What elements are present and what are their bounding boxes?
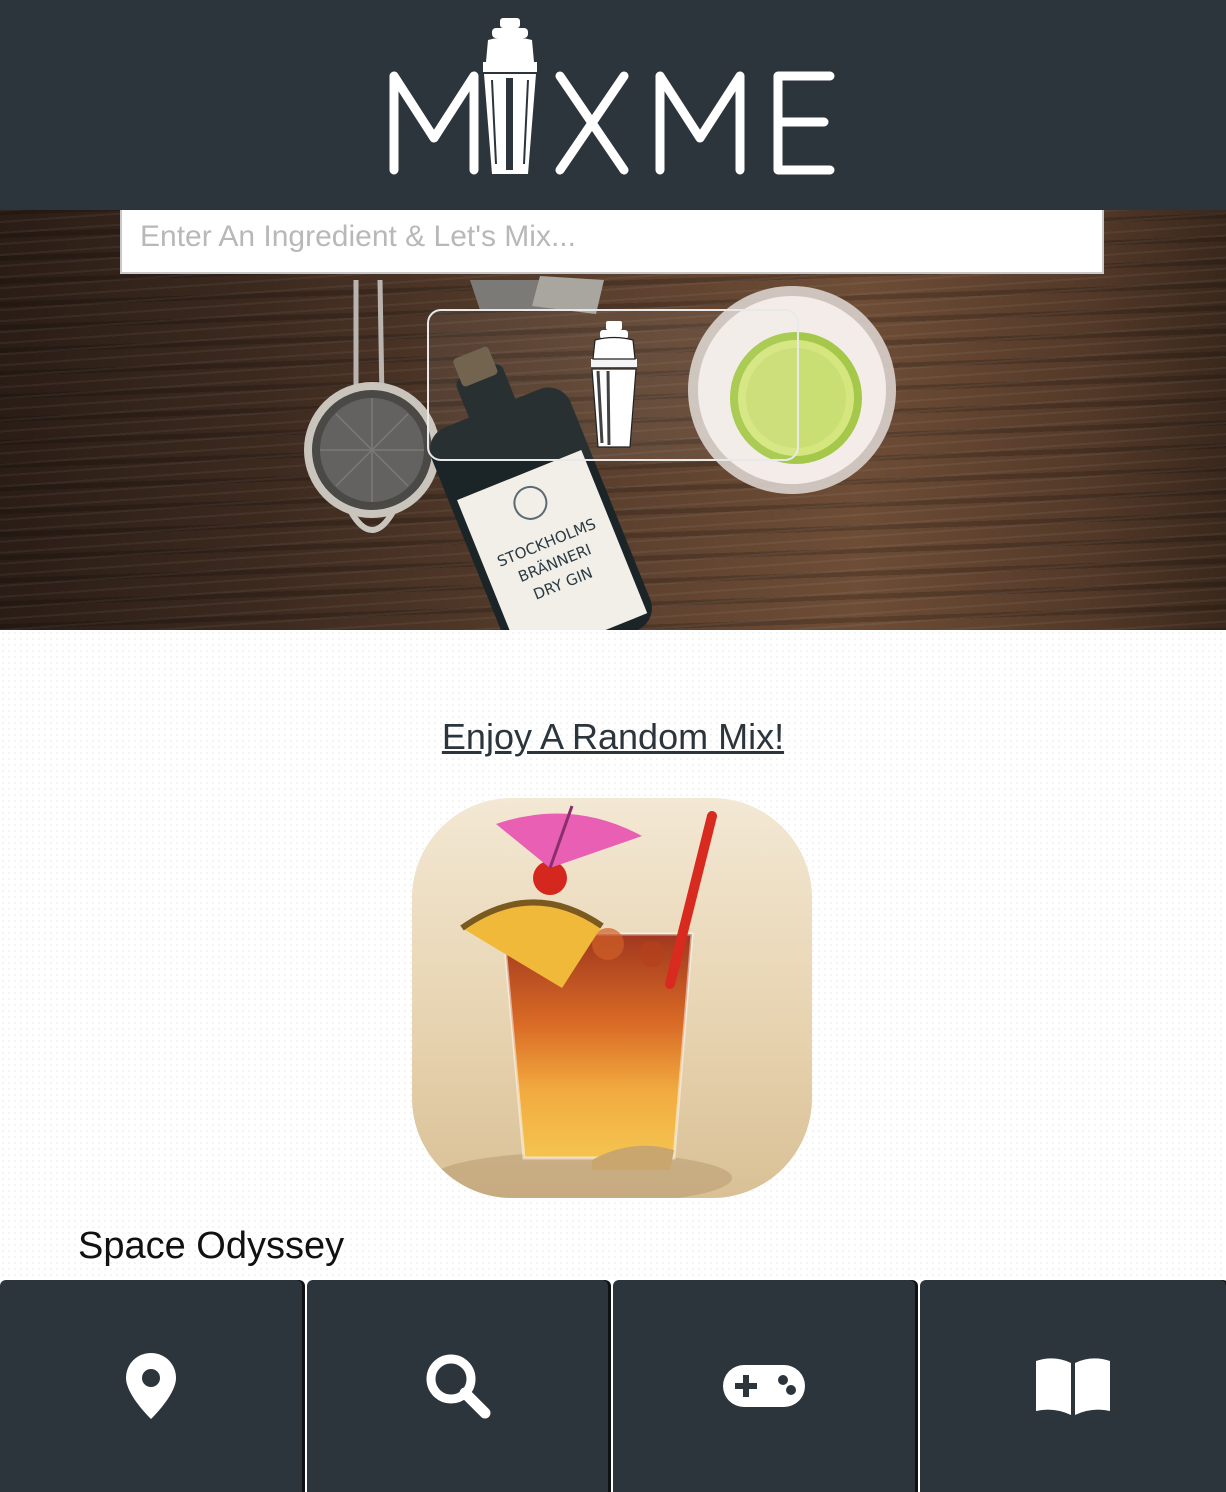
app-header — [0, 0, 1226, 210]
ingredient-search-input[interactable] — [120, 210, 1104, 274]
search-icon — [426, 1354, 490, 1419]
nav-map-button[interactable] — [0, 1280, 302, 1492]
random-drink-name[interactable]: Space Odyssey — [78, 1222, 344, 1270]
cocktail-photo — [412, 798, 812, 1198]
nav-games-button[interactable] — [613, 1280, 915, 1492]
random-drink-image[interactable] — [412, 798, 812, 1198]
bottom-nav — [0, 1280, 1226, 1492]
logo-shaker-icon — [483, 18, 537, 174]
nav-search-button[interactable] — [307, 1280, 608, 1492]
random-mix-link[interactable]: Enjoy A Random Mix! — [442, 716, 784, 757]
gamepad-icon — [723, 1365, 805, 1407]
random-mix-section: Enjoy A Random Mix! — [0, 712, 1226, 762]
cocktail-shaker-icon — [591, 321, 637, 448]
mix-me-logo — [389, 18, 835, 175]
book-icon — [1036, 1358, 1110, 1415]
mix-button[interactable] — [427, 309, 799, 461]
nav-recipes-button[interactable] — [920, 1280, 1226, 1492]
map-marker-icon — [126, 1353, 176, 1419]
